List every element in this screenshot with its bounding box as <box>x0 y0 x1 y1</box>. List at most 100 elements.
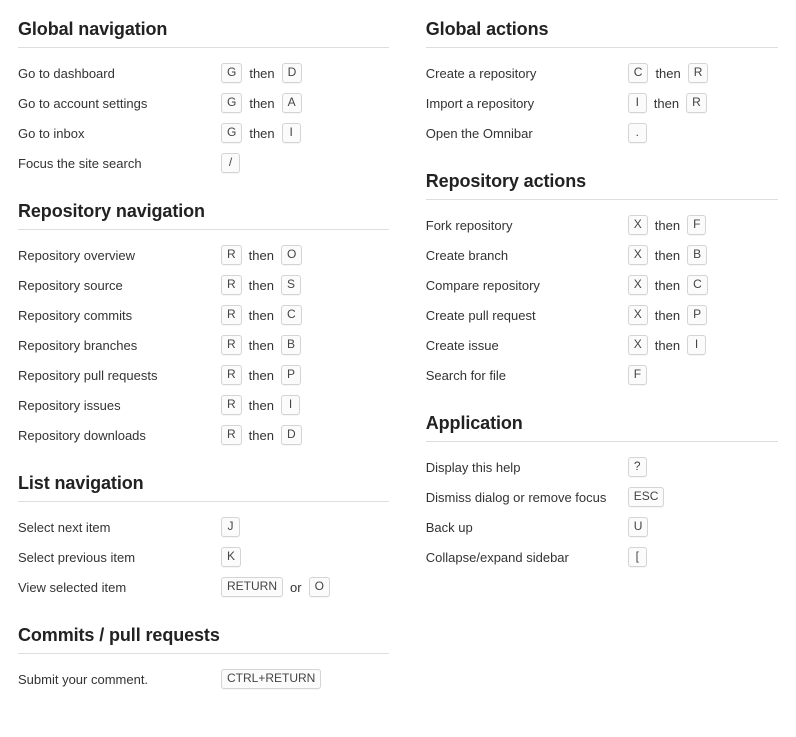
shortcut-keys: ? <box>627 457 647 477</box>
section-heading: Repository navigation <box>18 201 205 221</box>
keycap: B <box>687 245 708 265</box>
shortcut-label: Create pull request <box>425 307 536 323</box>
keycap: U <box>627 517 649 537</box>
shortcut-keys: Rthen O <box>221 245 303 265</box>
section-heading: Commits / pull requests <box>18 625 220 645</box>
shortcut-keys: Rthen B <box>221 335 301 355</box>
section-divider <box>425 47 778 48</box>
keycap: C <box>280 305 302 325</box>
keycap: R <box>221 305 242 325</box>
shortcut-row: Go to account settings Gthen A <box>18 88 389 118</box>
keycap: R <box>221 275 242 295</box>
section-divider <box>425 441 778 442</box>
shortcut-keys: Xthen B <box>627 245 708 265</box>
key-connector: then <box>249 65 275 81</box>
keycap: X <box>627 275 648 295</box>
shortcut-keys: U <box>627 517 649 537</box>
shortcut-label: Submit your comment. <box>18 671 149 687</box>
shortcut-label: Import a repository <box>425 95 535 111</box>
shortcut-label: Go to dashboard <box>18 65 115 81</box>
section-heading: Application <box>425 413 523 433</box>
keycap: X <box>627 305 648 325</box>
key-connector: then <box>248 427 274 443</box>
keycap: RETURN <box>221 577 283 597</box>
keycap: CTRL+RETURN <box>221 669 322 689</box>
shortcut-keys: [ <box>627 547 647 567</box>
shortcut-label: Focus the site search <box>18 155 142 171</box>
keycap: X <box>627 215 648 235</box>
key-connector: then <box>655 65 681 81</box>
shortcut-keys: CTRL+RETURN <box>221 669 322 689</box>
shortcut-label: Create issue <box>425 337 499 353</box>
shortcut-label: Repository branches <box>18 337 138 353</box>
keycap: X <box>627 245 648 265</box>
shortcut-keys: Gthen D <box>221 63 303 83</box>
shortcut-row: Back up U <box>426 512 778 542</box>
shortcut-label: Compare repository <box>425 277 540 293</box>
shortcut-row: Select next item J <box>18 512 389 542</box>
key-connector: then <box>248 337 274 353</box>
section-heading: List navigation <box>18 473 144 493</box>
keycap: C <box>627 63 649 83</box>
shortcut-keys: Xthen I <box>627 335 707 355</box>
keycap: F <box>687 215 707 235</box>
keycap: R <box>221 335 242 355</box>
keycap: K <box>221 547 242 567</box>
shortcut-row: Display this help? <box>426 452 778 482</box>
shortcut-row: Focus the site search / <box>18 148 389 178</box>
shortcut-section: Commits / pull requests Submit your comme… <box>18 624 389 694</box>
keycap: R <box>221 395 242 415</box>
shortcut-label: Back up <box>425 519 473 535</box>
keycap: ESC <box>627 487 665 507</box>
shortcut-row: Repository source Rthen S <box>18 270 389 300</box>
keycap: . <box>627 123 647 143</box>
shortcut-label: Search for file <box>425 367 506 383</box>
shortcut-section: Application Display this help? Dismiss dia… <box>425 412 778 572</box>
shortcut-row: Repository pull requests Rthen P <box>18 360 389 390</box>
shortcut-label: Fork repository <box>425 217 513 233</box>
key-connector: then <box>654 217 681 233</box>
key-connector: then <box>248 367 274 383</box>
shortcut-row: Repository downloads Rthen D <box>18 420 389 450</box>
shortcut-keys: Ithen R <box>627 93 707 113</box>
key-connector: then <box>654 247 681 263</box>
shortcut-section: Repository navigation Repository overview… <box>18 200 389 450</box>
shortcut-row: Create pull request Xthen P <box>426 300 778 330</box>
left-column: Global navigation Go to dashboard Gthen D Go… <box>18 18 389 700</box>
shortcut-label: Go to inbox <box>18 125 85 141</box>
shortcuts-help-page: Global navigation Go to dashboard Gthen D Go… <box>0 0 796 737</box>
shortcut-row: Repository branches Rthen B <box>18 330 389 360</box>
shortcut-keys: Xthen F <box>627 215 707 235</box>
key-connector: then <box>654 307 681 323</box>
key-connector: then <box>249 95 275 111</box>
shortcut-label: Repository source <box>18 277 123 293</box>
shortcut-row: Search for file F <box>426 360 778 390</box>
shortcut-row: Select previous item K <box>18 542 389 572</box>
shortcut-row: Collapse/expand sidebar [ <box>426 542 778 572</box>
key-connector: then <box>248 397 274 413</box>
shortcut-row: View selected item RETURN or O <box>18 572 389 602</box>
keycap: D <box>281 63 303 83</box>
shortcut-row: Create branch Xthen B <box>426 240 778 270</box>
shortcut-keys: RETURN or O <box>221 577 330 597</box>
shortcut-label: View selected item <box>18 579 127 595</box>
shortcut-row: Repository overview Rthen O <box>18 240 389 270</box>
keycap: O <box>308 577 330 597</box>
shortcut-label: Open the Omnibar <box>425 125 533 141</box>
keycap: ? <box>627 457 647 477</box>
shortcut-keys: ESC <box>627 487 665 507</box>
key-connector: then <box>249 125 275 141</box>
keycap: P <box>687 305 708 325</box>
section-divider <box>18 229 389 230</box>
keycap: R <box>221 425 242 445</box>
keycap: R <box>686 93 707 113</box>
shortcut-row: Repository issues Rthen I <box>18 390 389 420</box>
keycap: [ <box>627 547 647 567</box>
shortcut-label: Create branch <box>425 247 509 263</box>
shortcut-row: Dismiss dialog or remove focus ESC <box>426 482 778 512</box>
shortcut-label: Select next item <box>18 519 111 535</box>
shortcut-keys: Rthen C <box>221 305 302 325</box>
shortcut-row: Create a repository Cthen R <box>426 58 778 88</box>
key-connector: then <box>654 337 681 353</box>
shortcut-row: Open the Omnibar. <box>426 118 778 148</box>
